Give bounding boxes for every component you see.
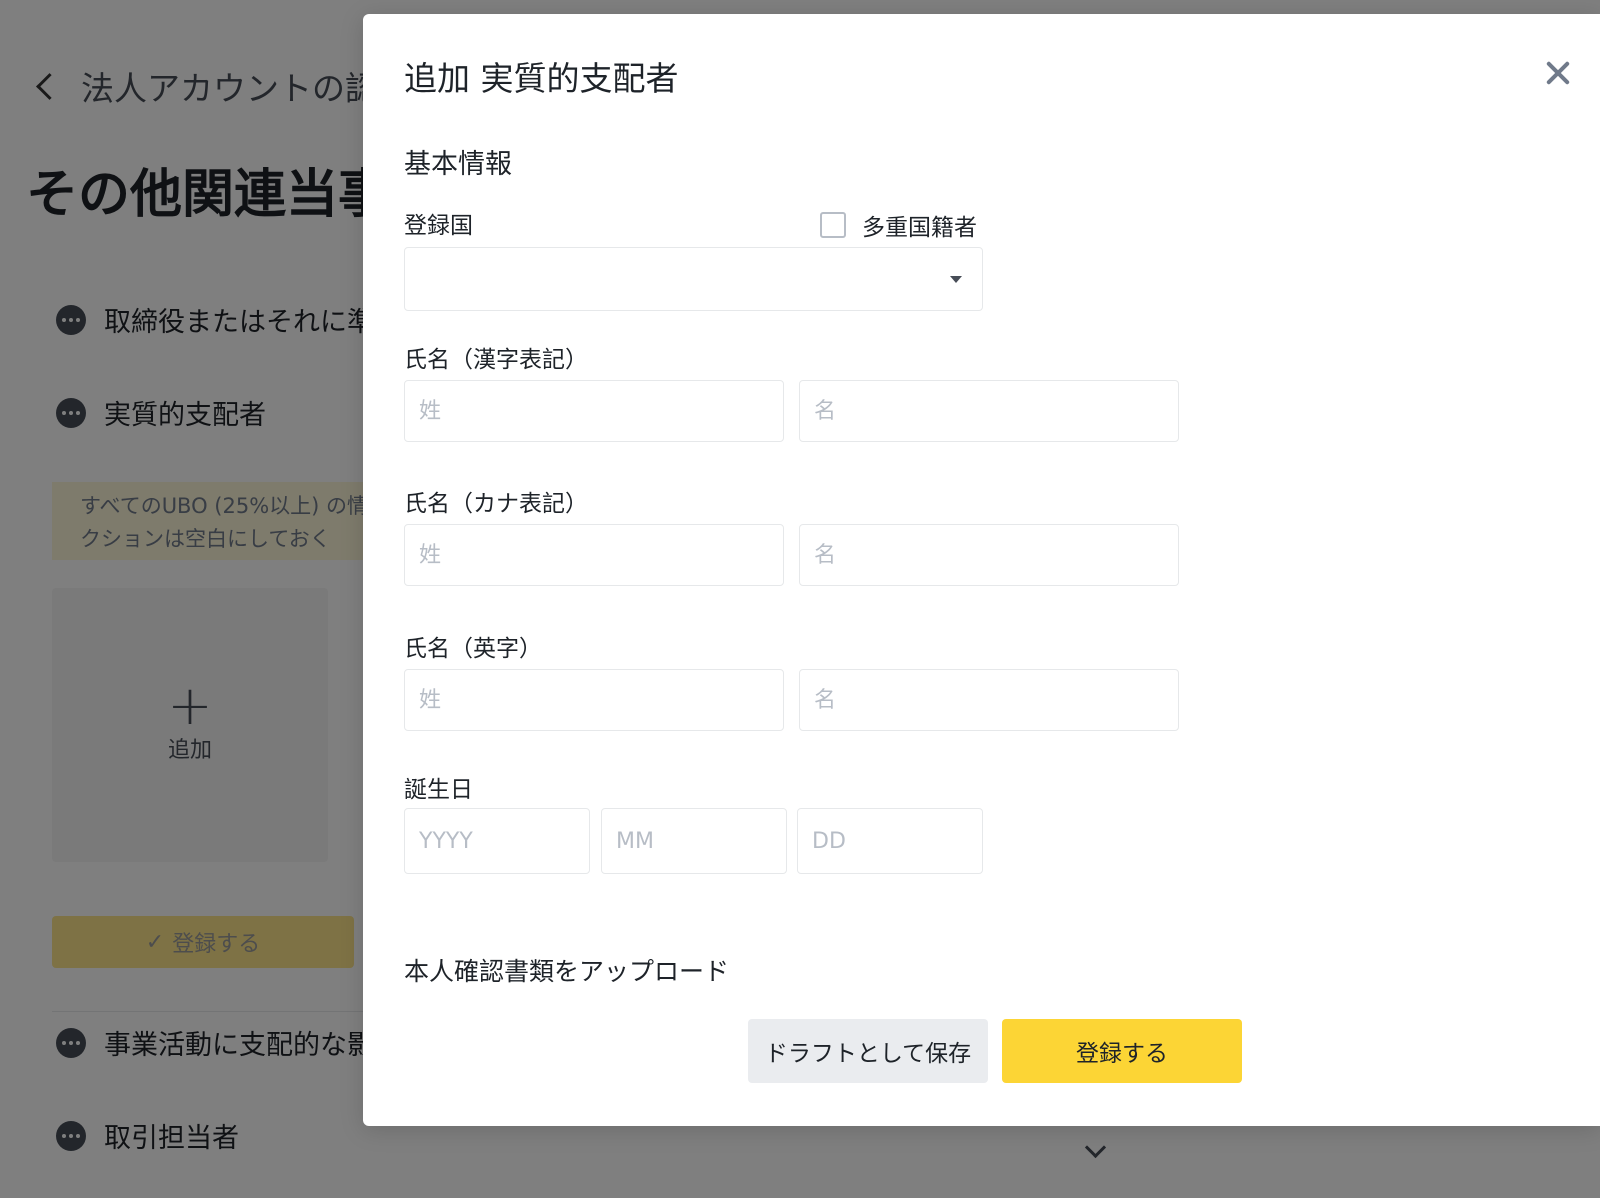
- multi-nationality-toggle[interactable]: 多重国籍者: [820, 208, 977, 242]
- submit-button[interactable]: 登録する: [1002, 1019, 1242, 1083]
- birth-day-input[interactable]: [797, 808, 983, 874]
- english-name-label: 氏名（英字）: [404, 636, 542, 662]
- kana-first-name-input[interactable]: [799, 524, 1179, 586]
- birth-month-input[interactable]: [601, 808, 787, 874]
- caret-down-icon: [950, 276, 962, 283]
- kanji-name-label: 氏名（漢字表記）: [404, 347, 588, 373]
- upload-heading: 本人確認書類をアップロード: [404, 957, 730, 986]
- multi-nationality-label: 多重国籍者: [862, 215, 977, 241]
- modal-title: 追加 実質的支配者: [404, 59, 679, 98]
- birth-year-input[interactable]: [404, 808, 590, 874]
- kanji-last-name-input[interactable]: [404, 380, 784, 442]
- birthday-label: 誕生日: [404, 777, 473, 803]
- english-last-name-input[interactable]: [404, 669, 784, 731]
- multi-nationality-checkbox[interactable]: [820, 212, 846, 238]
- kanji-first-name-input[interactable]: [799, 380, 1179, 442]
- kana-name-label: 氏名（カナ表記）: [404, 491, 588, 517]
- country-select[interactable]: [404, 247, 983, 311]
- close-icon[interactable]: [1538, 54, 1578, 94]
- english-first-name-input[interactable]: [799, 669, 1179, 731]
- add-beneficial-owner-modal: 追加 実質的支配者 基本情報 登録国 多重国籍者 氏名（漢字表記） 氏名（カナ表…: [363, 14, 1600, 1126]
- basic-info-heading: 基本情報: [404, 149, 512, 180]
- kana-last-name-input[interactable]: [404, 524, 784, 586]
- country-label: 登録国: [404, 213, 473, 239]
- save-draft-button[interactable]: ドラフトとして保存: [748, 1019, 988, 1083]
